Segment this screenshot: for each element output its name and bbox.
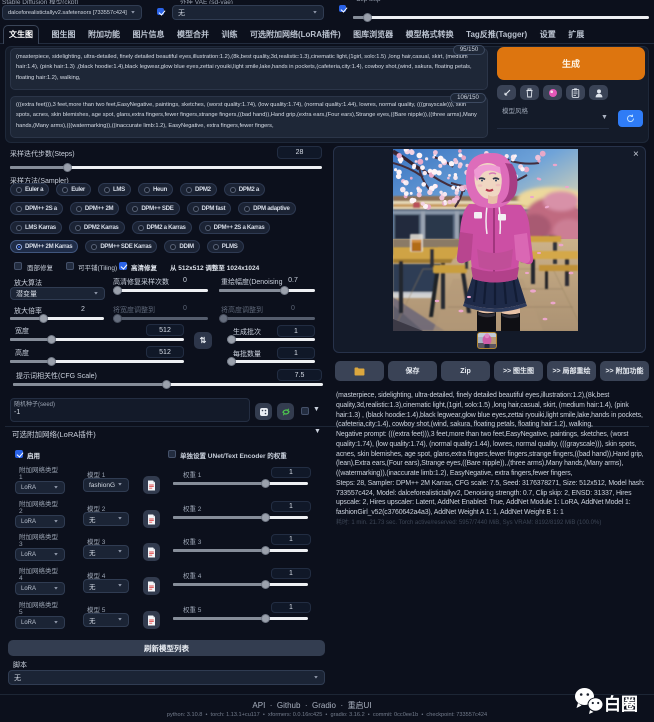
svg-text:白圈: 白圈: [604, 694, 638, 714]
